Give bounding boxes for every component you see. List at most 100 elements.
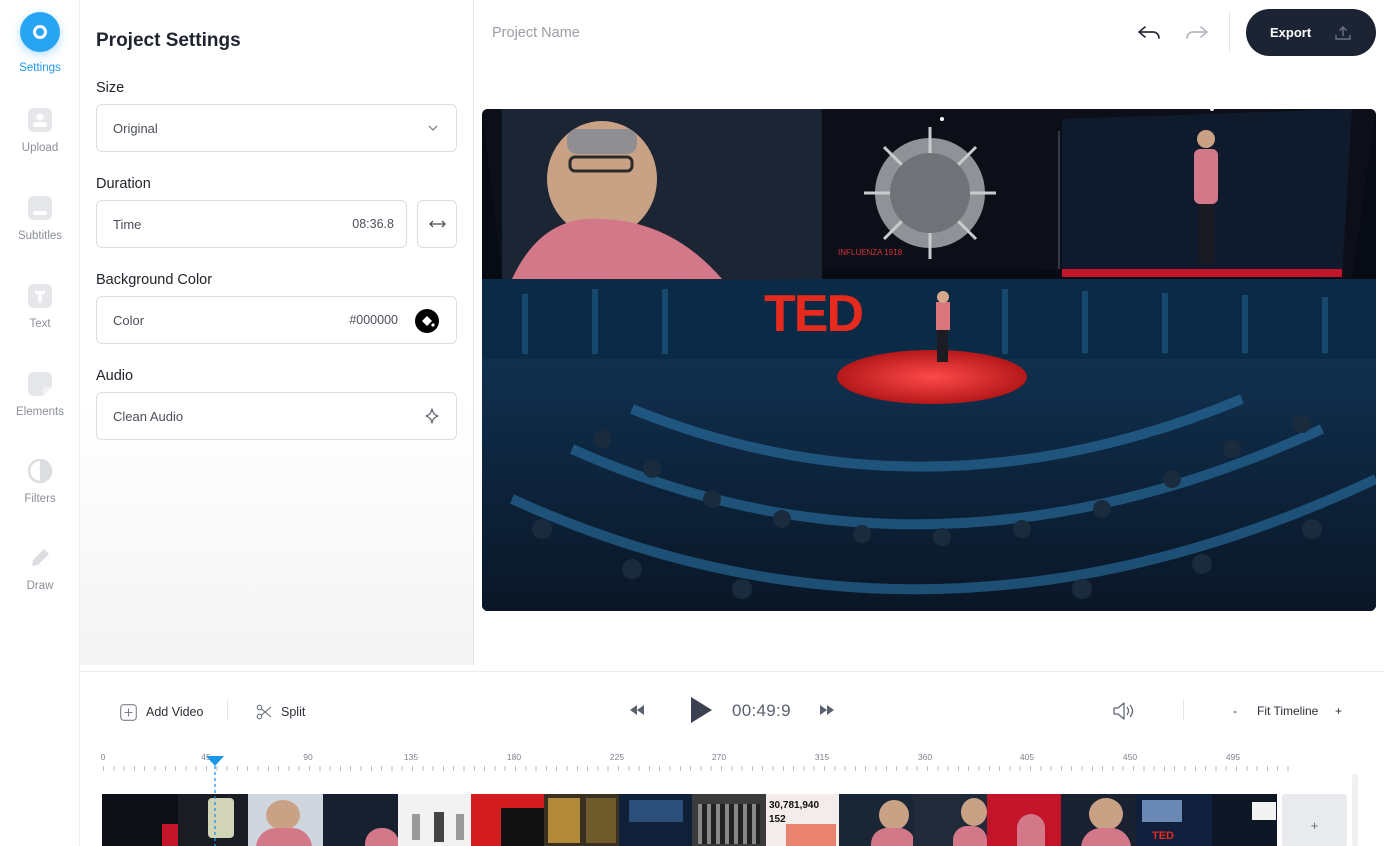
rewind-icon[interactable] <box>629 704 645 716</box>
current-timecode: 00:49:9 <box>732 701 791 720</box>
ruler-label: 495 <box>1225 752 1241 762</box>
sidebar-item-label: Elements <box>16 406 64 418</box>
sidebar-item-upload[interactable]: Upload <box>0 107 80 154</box>
clean-audio-label: Clean Audio <box>113 409 184 424</box>
clip-thumbnail[interactable] <box>913 794 987 846</box>
ruler-label: 135 <box>403 752 419 762</box>
sidebar-item-text[interactable]: Text <box>0 283 80 330</box>
play-icon[interactable] <box>689 696 713 724</box>
video-editor-app: Settings Upload Subtitles Text Elements … <box>0 0 1384 846</box>
paint-bucket-icon[interactable] <box>414 308 440 334</box>
sidebar-item-subtitles[interactable]: Subtitles <box>0 195 80 242</box>
ruler-label: 90 <box>303 752 313 762</box>
clip-stat-text: 152 <box>769 814 786 825</box>
project-name[interactable]: Project Name <box>492 25 580 41</box>
scissors-icon <box>256 704 272 720</box>
split-button[interactable]: Split <box>256 702 305 722</box>
stretch-duration-button[interactable] <box>417 200 457 248</box>
background-color-field[interactable]: Color #000000 <box>96 296 457 344</box>
clean-audio-field[interactable]: Clean Audio <box>96 392 457 440</box>
upload-icon <box>28 108 52 132</box>
playhead[interactable] <box>205 756 225 846</box>
add-clip-button[interactable]: + <box>1282 794 1347 846</box>
add-video-button[interactable]: Add Video <box>120 702 203 722</box>
clip-thumbnail[interactable] <box>102 794 178 846</box>
clip-thumbnail[interactable]: TED <box>1136 794 1212 846</box>
zoom-in-button[interactable]: + <box>1335 704 1342 718</box>
ruler-label: 405 <box>1019 752 1035 762</box>
sidebar-item-label: Subtitles <box>17 230 63 242</box>
draw-icon <box>32 549 49 566</box>
size-select[interactable]: Original <box>96 104 457 152</box>
size-label: Size <box>96 80 125 96</box>
redo-icon[interactable] <box>1184 20 1210 46</box>
clip-stat-text: 30,781,940 <box>769 800 820 811</box>
duration-label: Duration <box>96 176 151 192</box>
clip-thumbnail[interactable] <box>471 794 544 846</box>
split-label: Split <box>281 705 306 719</box>
sidebar-item-filters[interactable]: Filters <box>0 458 80 505</box>
volume-icon[interactable] <box>1112 701 1136 721</box>
export-button[interactable]: Export <box>1246 9 1376 56</box>
add-box-icon <box>120 703 137 721</box>
duration-field[interactable]: Time 08:36.8 <box>96 200 407 248</box>
clip-thumbnail[interactable] <box>1061 794 1136 846</box>
clip-ted-text: TED <box>1152 830 1174 842</box>
clip-thumbnail[interactable] <box>248 794 323 846</box>
ruler-label: 450 <box>1122 752 1138 762</box>
sidebar-item-elements[interactable]: Elements <box>0 371 80 418</box>
ruler-label: 225 <box>609 752 625 762</box>
text-icon <box>28 284 52 308</box>
timeline-ruler[interactable]: 0 45 90 135 180 225 270 315 360 405 450 … <box>100 752 1300 772</box>
duration-field-label: Time <box>113 217 142 232</box>
chevron-down-icon <box>428 125 438 131</box>
ruler-ticks <box>103 766 1298 771</box>
fit-timeline-button[interactable]: Fit Timeline <box>1257 704 1318 718</box>
video-track[interactable]: 30,781,940 152 TED <box>102 794 1280 846</box>
clip-thumbnail[interactable] <box>692 794 766 846</box>
duration-value: 08:36.8 <box>352 217 394 231</box>
sidebar-item-label: Upload <box>21 142 59 154</box>
sidebar-item-draw[interactable]: Draw <box>0 545 80 592</box>
clip-thumbnail[interactable]: 30,781,940 152 <box>766 794 839 846</box>
export-label: Export <box>1270 25 1312 40</box>
project-settings-panel: Project Settings Size Original Duration … <box>80 0 474 665</box>
ruler-label: 180 <box>506 752 522 762</box>
elements-icon <box>28 372 52 396</box>
sidebar-item-label: Settings <box>19 62 61 74</box>
upload-arrow-icon <box>1335 26 1351 40</box>
clip-thumbnail[interactable] <box>619 794 692 846</box>
clip-thumbnail[interactable] <box>987 794 1061 846</box>
clip-thumbnail[interactable] <box>398 794 471 846</box>
clip-thumbnail[interactable] <box>323 794 398 846</box>
timeline-panel: Add Video Split 00:49:9 - Fit Timeline +… <box>80 671 1384 846</box>
sidebar-item-label: Text <box>29 318 51 330</box>
ruler-label: 270 <box>711 752 727 762</box>
color-field-label: Color <box>113 313 145 328</box>
ruler-label: 0 <box>100 752 106 762</box>
toolbar-divider <box>227 700 228 720</box>
sparkle-icon[interactable] <box>424 408 440 424</box>
color-hex-value: #000000 <box>349 313 398 327</box>
toolbar-divider <box>1183 700 1184 720</box>
ruler-label: 315 <box>814 752 830 762</box>
ruler-label: 360 <box>917 752 933 762</box>
panel-title: Project Settings <box>96 30 241 51</box>
timeline-scrollbar[interactable] <box>1352 774 1358 846</box>
horizontal-arrows-icon <box>429 220 446 228</box>
video-frame-ted-talk: TED INFLUENZA 1918 <box>482 109 1376 611</box>
undo-icon[interactable] <box>1136 20 1162 46</box>
fast-forward-icon[interactable] <box>819 704 835 716</box>
sidebar-item-label: Draw <box>26 580 54 592</box>
sidebar-item-settings[interactable]: Settings <box>0 12 80 74</box>
subtitles-icon <box>28 196 52 220</box>
playhead-marker-icon <box>206 756 224 846</box>
header-divider <box>1229 12 1230 52</box>
video-preview[interactable]: TED INFLUENZA 1918 <box>482 109 1376 611</box>
clip-thumbnail[interactable] <box>1212 794 1277 846</box>
clip-thumbnail[interactable] <box>544 794 619 846</box>
clip-thumbnail[interactable] <box>839 794 913 846</box>
filters-icon <box>27 458 53 484</box>
zoom-out-button[interactable]: - <box>1233 704 1237 718</box>
size-value: Original <box>113 121 158 136</box>
